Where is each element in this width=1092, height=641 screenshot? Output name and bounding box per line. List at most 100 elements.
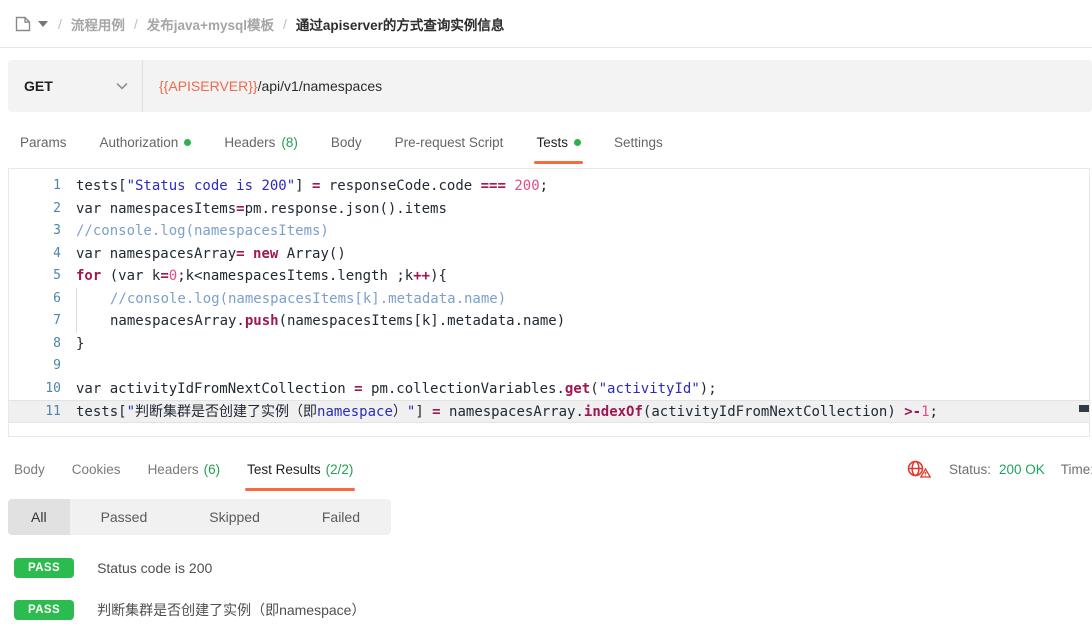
test-results-list: PASS Status code is 200 PASS 判断集群是否创建了实例（即n… [0,558,1092,620]
tab-label: Body [331,135,362,150]
line-number: 11 [9,401,67,422]
filter-passed[interactable]: Passed [70,499,179,535]
code-line[interactable]: 1tests["Status code is 200"] = responseC… [9,175,1089,198]
tab-count-badge: (6) [204,462,221,477]
code-text: tests["判断集群是否创建了实例（即namespace）"] = names… [67,401,938,422]
response-tab-body[interactable]: Body [14,445,45,493]
request-bar: GET {{APISERVER}}/api/v1/namespaces [8,60,1092,112]
code-line[interactable]: 7namespacesArray.push(namespacesItems[k]… [9,310,1089,333]
tab-label: Headers [148,462,199,477]
request-tabs: Params Authorization Headers (8) Body Pre-req… [20,120,1092,164]
breadcrumb-item-item[interactable]: 流程用例 [71,14,125,34]
tab-label: Settings [614,135,663,150]
test-result-text: 判断集群是否创建了实例（即namespace） [97,600,365,620]
tab-tests[interactable]: Tests [536,120,581,164]
code-text [67,355,76,378]
breadcrumb-separator: / [58,16,62,32]
time-label: Time: [1061,462,1092,477]
tab-params[interactable]: Params [20,120,67,164]
indent-guide [76,288,110,311]
indent-guide [76,310,110,333]
request-file-icon[interactable] [14,15,32,33]
method-select[interactable]: GET [8,78,142,94]
response-tab-cookies[interactable]: Cookies [72,445,121,493]
line-number: 6 [9,288,67,311]
code-text: var namespacesArray= new Array() [67,243,346,266]
tab-label: Headers [224,135,275,150]
pass-badge: PASS [14,600,74,620]
url-input[interactable]: {{APISERVER}}/api/v1/namespaces [143,78,382,94]
tab-count-badge: (2/2) [326,462,354,477]
line-number: 3 [9,220,67,243]
code-line[interactable]: 5for (var k=0;k<namespacesItems.length ;… [9,265,1089,288]
code-text: tests["Status code is 200"] = responseCo… [67,175,548,198]
filter-all[interactable]: All [8,499,70,535]
tab-label: Body [14,462,45,477]
tab-label: Tests [536,135,568,150]
tab-label: Cookies [72,462,121,477]
tab-label: Pre-request Script [395,135,504,150]
code-line[interactable]: 2var namespacesItems=pm.response.json().… [9,198,1089,221]
response-tab-headers[interactable]: Headers (6) [148,445,221,493]
code-text: namespacesArray.push(namespacesItems[k].… [67,310,565,333]
response-meta: Status: 200 OK Time: [906,459,1092,480]
response-header: Body Cookies Headers (6) Test Results (2/2) S… [0,445,1092,493]
tests-code-editor[interactable]: 1tests["Status code is 200"] = responseC… [8,168,1090,437]
code-line[interactable]: 10var activityIdFromNextCollection = pm.… [9,378,1089,401]
code-line[interactable]: 6//console.log(namespacesItems[k].metada… [9,288,1089,311]
tab-count-badge: (8) [281,135,298,150]
code-line[interactable]: 11tests["判断集群是否创建了实例（即namespace）"] = nam… [9,400,1089,423]
url-path: /api/v1/namespaces [258,78,383,94]
code-text: } [67,333,84,356]
code-lines: 1tests["Status code is 200"] = responseC… [9,175,1089,423]
code-text: //console.log(namespacesItems) [67,220,329,243]
line-number: 10 [9,378,67,401]
status-value: 200 OK [999,462,1045,477]
line-number: 9 [9,355,67,378]
green-dot-icon [184,139,191,146]
code-text: var activityIdFromNextCollection = pm.co… [67,378,717,401]
status-label: Status: [949,462,991,477]
chevron-down-icon [116,82,128,90]
overview-ruler-marker [1079,405,1089,412]
code-text: for (var k=0;k<namespacesItems.length ;k… [67,265,447,288]
line-number: 4 [9,243,67,266]
line-number: 1 [9,175,67,198]
line-number: 5 [9,265,67,288]
breadcrumb-item-java-mysql[interactable]: 发布java+mysql模板 [147,14,274,34]
breadcrumb-bar: / 流程用例 / 发布java+mysql模板 / 通过apiserver的方式查询实例信… [0,0,1092,48]
code-line[interactable]: 4var namespacesArray= new Array() [9,243,1089,266]
filter-failed[interactable]: Failed [291,499,391,535]
tab-settings[interactable]: Settings [614,120,663,164]
tab-body[interactable]: Body [331,120,362,164]
breadcrumb-item-apiserver[interactable]: 通过apiserver的方式查询实例信息 [296,14,505,34]
breadcrumb: / 流程用例 / 发布java+mysql模板 / 通过apiserver的方式查询实例信… [58,14,504,34]
tab-label: Test Results [247,462,321,477]
code-line[interactable]: 8} [9,333,1089,356]
breadcrumb-separator: / [134,16,138,32]
line-number: 2 [9,198,67,221]
code-text: var namespacesItems=pm.response.json().i… [67,198,447,221]
line-number: 7 [9,310,67,333]
tab-headers[interactable]: Headers (8) [224,120,298,164]
tab-pre-request-script[interactable]: Pre-request Script [395,120,504,164]
test-result-text: Status code is 200 [97,560,212,576]
code-line[interactable]: 3//console.log(namespacesItems) [9,220,1089,243]
request-menu-caret-icon[interactable] [38,21,48,27]
method-label: GET [24,78,53,94]
code-line[interactable]: 9 [9,355,1089,378]
test-result-row: PASS 判断集群是否创建了实例（即namespace） [0,600,1092,620]
line-number: 8 [9,333,67,356]
tab-authorization[interactable]: Authorization [100,120,192,164]
tab-label: Authorization [100,135,179,150]
pass-badge: PASS [14,558,74,578]
filter-skipped[interactable]: Skipped [178,499,291,535]
test-result-row: PASS Status code is 200 [0,558,1092,578]
breadcrumb-separator: / [283,16,287,32]
network-error-icon[interactable] [906,459,931,480]
code-text: //console.log(namespacesItems[k].metadat… [67,288,506,311]
url-variable: {{APISERVER}} [159,78,258,94]
response-tab-test-results[interactable]: Test Results (2/2) [247,445,353,493]
response-tabs: Body Cookies Headers (6) Test Results (2/2) [14,445,353,493]
green-dot-icon [574,139,581,146]
